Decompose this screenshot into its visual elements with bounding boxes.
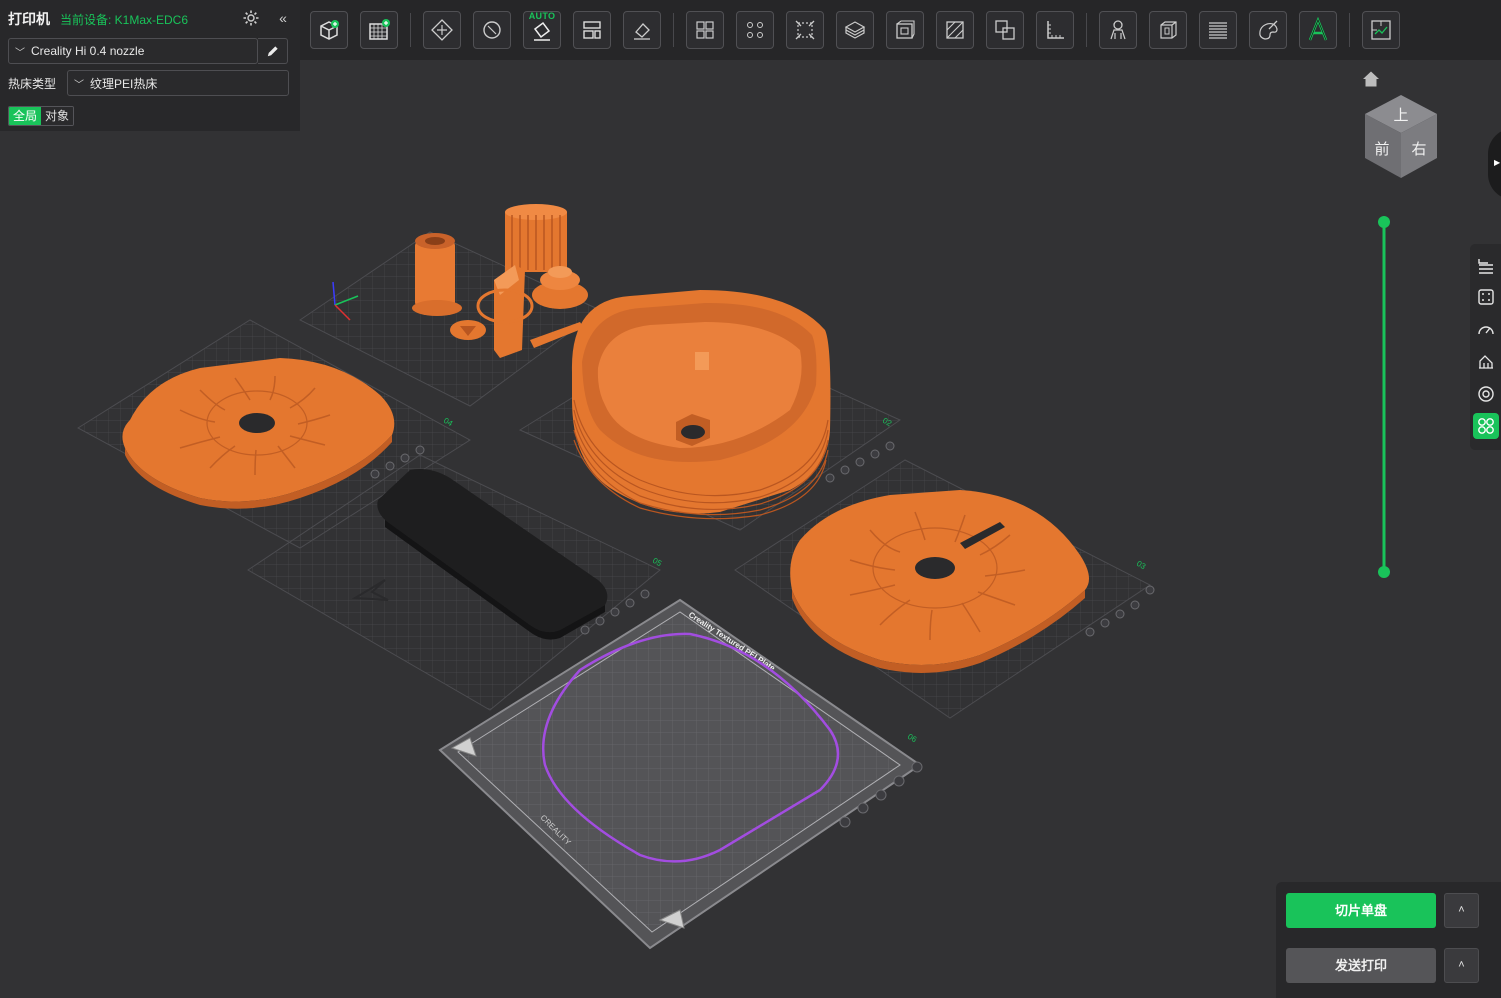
collapse-panel-button[interactable]: « <box>274 9 292 27</box>
bed-type-value: 纹理PEI热床 <box>90 76 158 91</box>
support-settings-icon[interactable] <box>1473 348 1499 374</box>
slider-bottom-handle[interactable] <box>1378 566 1390 578</box>
nozzle-value: Creality Hi 0.4 nozzle <box>31 44 145 58</box>
object-list-icon[interactable] <box>1473 252 1499 278</box>
toolbar-separator <box>673 13 674 47</box>
seam-icon[interactable] <box>1149 11 1187 49</box>
printer-header: 打印机 当前设备: K1Max-EDC6 <box>8 9 188 29</box>
plate-label-06: 06 <box>906 732 919 745</box>
auto-arrange-icon[interactable]: AUTO <box>523 11 561 49</box>
edit-printer-button[interactable] <box>258 38 288 64</box>
text-icon[interactable] <box>1299 11 1337 49</box>
navcube-right-label: 右 <box>1411 140 1426 158</box>
add-plate-icon[interactable] <box>360 11 398 49</box>
split-objects-icon[interactable] <box>686 11 724 49</box>
speed-icon[interactable] <box>1473 317 1499 343</box>
rotate-icon[interactable] <box>473 11 511 49</box>
layout-grid-icon[interactable] <box>1473 413 1499 439</box>
auto-orient-icon[interactable] <box>423 11 461 49</box>
slice-options-button[interactable]: ˄ <box>1444 893 1479 928</box>
scope-tabs: 全局 对象 <box>8 106 75 126</box>
view-navigation-cube[interactable]: 上 前 右 <box>1360 92 1442 182</box>
scale-icon[interactable] <box>786 11 824 49</box>
measure-icon[interactable] <box>1036 11 1074 49</box>
add-object-icon[interactable] <box>310 11 348 49</box>
slider-top-handle[interactable] <box>1378 216 1390 228</box>
plate-label-03: 03 <box>1135 559 1148 572</box>
send-print-button[interactable]: 发送打印 <box>1286 948 1436 983</box>
toolbar: AUTO <box>310 10 1412 50</box>
current-device-label[interactable]: 当前设备: K1Max-EDC6 <box>60 11 188 28</box>
support-paint-icon[interactable] <box>936 11 974 49</box>
layer-icon[interactable] <box>1199 11 1237 49</box>
toolbar-separator <box>1349 13 1350 47</box>
chevron-down-icon: ﹀ <box>15 47 25 59</box>
bed-type-label: 热床类型 <box>8 77 57 91</box>
navcube-top-label: 上 <box>1393 106 1408 124</box>
scene[interactable]: 04 02 05 03 Creality Textured PEI Plate … <box>0 0 1501 998</box>
boolean-icon[interactable] <box>986 11 1024 49</box>
slice-action-panel: 切片单盘 ˄ 发送打印 ˄ <box>1276 882 1501 998</box>
toolbar-separator <box>410 13 411 47</box>
color-paint-icon[interactable] <box>1249 11 1287 49</box>
slice-plate-button[interactable]: 切片单盘 <box>1286 893 1436 928</box>
hollow-icon[interactable] <box>886 11 924 49</box>
support-icon[interactable] <box>1099 11 1137 49</box>
chevron-down-icon: ﹀ <box>74 79 84 91</box>
printer-panel: 打印机 当前设备: K1Max-EDC6 « ﹀ Creality Hi 0.4… <box>0 0 300 131</box>
filament-icon[interactable] <box>1473 381 1499 407</box>
split-parts-icon[interactable] <box>736 11 774 49</box>
layout-icon[interactable] <box>573 11 611 49</box>
nozzle-select[interactable]: ﹀ Creality Hi 0.4 nozzle <box>8 38 258 64</box>
cut-icon[interactable] <box>836 11 874 49</box>
toolbar-separator <box>1086 13 1087 47</box>
home-view-icon[interactable] <box>1360 68 1382 90</box>
right-side-toolbar <box>1470 244 1501 450</box>
printer-settings-gear-icon[interactable] <box>242 9 260 27</box>
auto-label: AUTO <box>528 11 556 21</box>
layer-range-slider[interactable] <box>1376 214 1392 580</box>
navcube-front-label: 前 <box>1374 140 1389 158</box>
3d-viewport[interactable]: 04 02 05 03 Creality Textured PEI Plate … <box>0 0 1501 998</box>
tab-object[interactable]: 对象 <box>41 107 74 125</box>
send-options-button[interactable]: ˄ <box>1444 948 1479 983</box>
pencil-icon <box>267 45 278 56</box>
lay-on-face-icon[interactable] <box>623 11 661 49</box>
printer-title: 打印机 <box>8 11 50 27</box>
assembly-icon[interactable] <box>1362 11 1400 49</box>
bed-type-select[interactable]: ﹀ 纹理PEI热床 <box>67 70 289 96</box>
plate-settings-icon[interactable] <box>1473 284 1499 310</box>
tab-global[interactable]: 全局 <box>9 107 42 125</box>
triangle-right-icon: ▶ <box>1494 158 1501 167</box>
model-box[interactable] <box>571 290 831 520</box>
